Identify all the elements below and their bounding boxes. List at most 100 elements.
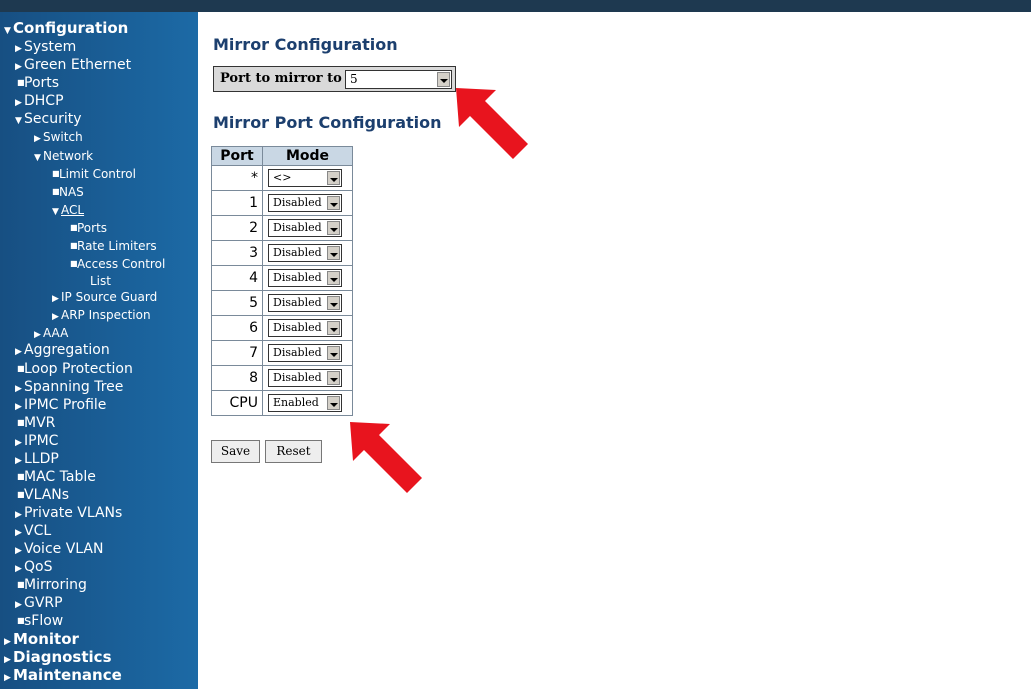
nav-label: Switch (43, 130, 83, 144)
collapsed-arrow-icon: ▶ (15, 62, 22, 72)
nav-ports[interactable]: ■Ports (17, 75, 59, 91)
dropdown-arrow-icon (327, 396, 340, 410)
bullet-icon: ■ (17, 364, 25, 373)
port-cell: 4 (211, 265, 263, 291)
nav-aaa[interactable]: ▶ AAA (34, 325, 68, 343)
bullet-icon: ■ (17, 616, 25, 625)
collapsed-arrow-icon: ▶ (15, 528, 22, 538)
mirror-to-select[interactable]: 5 (345, 70, 452, 89)
nav-vlans[interactable]: ■VLANs (17, 487, 69, 503)
collapsed-arrow-icon: ▶ (15, 564, 22, 574)
nav-limit-control[interactable]: ■Limit Control (52, 166, 136, 182)
mode-select[interactable]: Disabled (268, 269, 342, 287)
mode-cell: Enabled (262, 390, 353, 416)
save-button[interactable]: Save (211, 440, 260, 463)
nav-loop-protection[interactable]: ■Loop Protection (17, 361, 133, 377)
nav-qos[interactable]: ▶ QoS (15, 559, 52, 577)
mode-cell: Disabled (262, 240, 353, 266)
nav-maintenance[interactable]: ▶ Maintenance (4, 667, 122, 686)
nav-label: LLDP (24, 451, 59, 467)
nav-label: ACL (61, 203, 85, 217)
expanded-arrow-icon: ▼ (15, 116, 22, 126)
nav-mvr[interactable]: ■MVR (17, 415, 55, 431)
nav-dhcp[interactable]: ▶ DHCP (15, 93, 64, 111)
mode-value: Disabled (273, 371, 322, 384)
table-row: 7 Disabled (211, 340, 353, 366)
mode-value: Disabled (273, 221, 322, 234)
mirror-to-label: Port to mirror to (220, 71, 342, 86)
dropdown-arrow-icon (327, 271, 340, 285)
expanded-arrow-icon: ▼ (34, 153, 41, 163)
nav-label: IPMC Profile (24, 397, 107, 413)
callout-arrow-icon (350, 422, 422, 493)
nav-ipmc-profile[interactable]: ▶ IPMC Profile (15, 397, 106, 415)
nav-configuration[interactable]: ▼ Configuration (4, 20, 128, 39)
bullet-icon: ■ (17, 490, 25, 499)
nav-spanning-tree[interactable]: ▶ Spanning Tree (15, 379, 123, 397)
table-row: 6 Disabled (211, 315, 353, 341)
nav-label: Network (43, 149, 94, 163)
collapsed-arrow-icon: ▶ (15, 546, 22, 556)
nav-label: Ports (77, 221, 108, 235)
nav-switch[interactable]: ▶ Switch (34, 129, 83, 147)
table-row: * <> (211, 165, 353, 191)
nav-label: GVRP (24, 595, 63, 611)
nav-nas[interactable]: ■NAS (52, 184, 84, 200)
nav-label: List (90, 274, 111, 288)
nav-label: Diagnostics (13, 648, 112, 666)
collapsed-arrow-icon: ▶ (15, 510, 22, 520)
nav-arp-inspection[interactable]: ▶ ARP Inspection (52, 307, 151, 325)
nav-sflow[interactable]: ■sFlow (17, 613, 63, 629)
nav-access-control-list-cont[interactable]: List (90, 273, 111, 289)
mode-select[interactable]: Enabled (268, 394, 342, 412)
mode-value: Disabled (273, 196, 322, 209)
nav-label: Rate Limiters (77, 239, 157, 253)
dropdown-arrow-icon (327, 371, 340, 385)
mode-select[interactable]: Disabled (268, 344, 342, 362)
table-row: 5 Disabled (211, 290, 353, 316)
callout-arrow-icon (456, 88, 528, 159)
nav-voice-vlan[interactable]: ▶ Voice VLAN (15, 541, 103, 559)
nav-ipmc[interactable]: ▶ IPMC (15, 433, 58, 451)
collapsed-arrow-icon: ▶ (15, 347, 22, 357)
mode-select[interactable]: Disabled (268, 319, 342, 337)
mode-select[interactable]: <> (268, 169, 342, 187)
bullet-icon: ■ (70, 241, 78, 250)
nav-mirroring[interactable]: ■Mirroring (17, 577, 87, 593)
nav-mac-table[interactable]: ■MAC Table (17, 469, 96, 485)
nav-ip-source-guard[interactable]: ▶ IP Source Guard (52, 289, 157, 307)
nav-acl-ports[interactable]: ■Ports (70, 220, 107, 236)
mode-select[interactable]: Disabled (268, 369, 342, 387)
mode-select[interactable]: Disabled (268, 194, 342, 212)
nav-acl[interactable]: ▼ ACL (52, 202, 84, 220)
nav-green-ethernet[interactable]: ▶ Green Ethernet (15, 57, 131, 75)
nav-label: System (24, 39, 77, 55)
bullet-icon: ■ (17, 78, 25, 87)
nav-aggregation[interactable]: ▶ Aggregation (15, 342, 110, 360)
mode-select[interactable]: Disabled (268, 219, 342, 237)
port-cell: 3 (211, 240, 263, 266)
reset-button[interactable]: Reset (265, 440, 322, 463)
nav-label: Limit Control (59, 167, 136, 181)
nav-rate-limiters[interactable]: ■Rate Limiters (70, 238, 157, 254)
nav-security[interactable]: ▼ Security (15, 111, 82, 129)
mode-select[interactable]: Disabled (268, 244, 342, 262)
nav-gvrp[interactable]: ▶ GVRP (15, 595, 63, 613)
table-row: 2 Disabled (211, 215, 353, 241)
mode-value: Disabled (273, 321, 322, 334)
nav-label: VLANs (24, 487, 70, 503)
nav-label: Loop Protection (24, 361, 133, 377)
nav-label: Monitor (13, 630, 79, 648)
dropdown-arrow-icon (327, 221, 340, 235)
nav-network[interactable]: ▼ Network (34, 148, 93, 166)
nav-lldp[interactable]: ▶ LLDP (15, 451, 59, 469)
nav-label: Access Control (77, 257, 166, 271)
nav-vcl[interactable]: ▶ VCL (15, 523, 51, 541)
nav-private-vlans[interactable]: ▶ Private VLANs (15, 505, 122, 523)
port-column-header: Port (211, 146, 263, 166)
nav-system[interactable]: ▶ System (15, 39, 76, 57)
table-row: CPU Enabled (211, 390, 353, 416)
nav-access-control-list[interactable]: ■Access Control (70, 256, 165, 272)
collapsed-arrow-icon: ▶ (34, 134, 41, 144)
mode-select[interactable]: Disabled (268, 294, 342, 312)
